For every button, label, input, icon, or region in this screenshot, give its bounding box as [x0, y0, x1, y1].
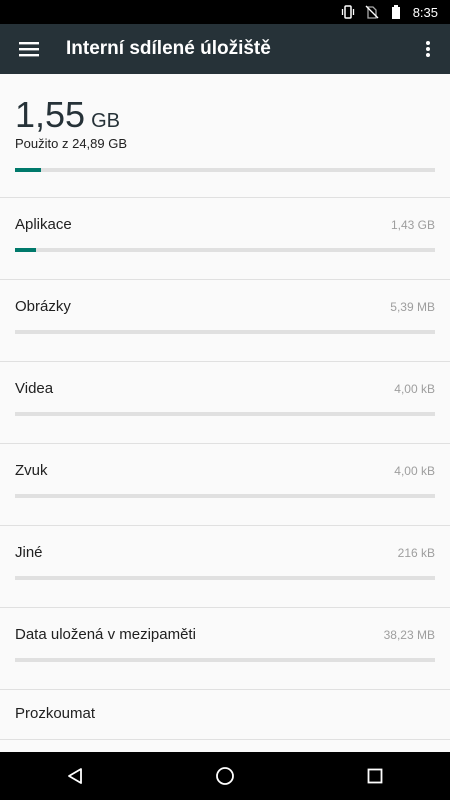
- category-label: Data uložená v mezipaměti: [15, 626, 196, 643]
- storage-category-row[interactable]: Data uložená v mezipaměti 38,23 MB: [0, 608, 450, 690]
- hamburger-menu-icon[interactable]: [0, 24, 58, 74]
- category-usage-bar: [15, 494, 435, 498]
- app-bar: Interní sdílené úložiště: [0, 24, 450, 74]
- category-usage-bar: [15, 248, 435, 252]
- category-size: 38,23 MB: [383, 628, 435, 642]
- category-usage-bar: [15, 658, 435, 662]
- category-usage-bar: [15, 330, 435, 334]
- category-usage-fill: [15, 248, 36, 252]
- category-usage-bar: [15, 412, 435, 416]
- explore-item[interactable]: Prozkoumat: [0, 688, 450, 740]
- total-usage-bar: [15, 168, 435, 172]
- total-usage-fill: [15, 168, 42, 172]
- more-vert-icon[interactable]: [406, 24, 450, 74]
- used-unit: GB: [91, 110, 120, 132]
- category-size: 4,00 kB: [394, 382, 435, 396]
- category-size: 4,00 kB: [394, 464, 435, 478]
- used-value: 1,55: [15, 94, 86, 135]
- category-label: Zvuk: [15, 462, 48, 479]
- category-size: 1,43 GB: [390, 218, 435, 232]
- no-sim-icon: [365, 5, 379, 19]
- explore-label: Prozkoumat: [15, 705, 96, 722]
- category-label: Aplikace: [15, 216, 72, 233]
- category-label: Obrázky: [15, 298, 71, 315]
- storage-category-row[interactable]: Obrázky 5,39 MB: [0, 280, 450, 362]
- storage-category-row[interactable]: Zvuk 4,00 kB: [0, 444, 450, 526]
- status-time: 8:35: [412, 4, 438, 20]
- vibrate-icon: [341, 5, 355, 19]
- used-storage: 1,55 GB: [15, 94, 120, 136]
- status-bar: 8:35: [0, 0, 450, 24]
- category-size: 216 kB: [397, 546, 435, 560]
- page-title: Interní sdílené úložiště: [66, 38, 271, 59]
- navigation-bar: [0, 752, 450, 800]
- home-icon[interactable]: [195, 752, 255, 800]
- battery-icon: [389, 5, 403, 19]
- category-label: Jiné: [15, 544, 43, 561]
- category-size: 5,39 MB: [390, 300, 435, 314]
- storage-category-row[interactable]: Videa 4,00 kB: [0, 362, 450, 444]
- storage-category-row[interactable]: Jiné 216 kB: [0, 526, 450, 608]
- used-subtitle: Použito z 24,89 GB: [15, 136, 128, 151]
- back-icon[interactable]: [45, 752, 105, 800]
- category-usage-bar: [15, 576, 435, 580]
- recents-icon[interactable]: [345, 752, 405, 800]
- category-label: Videa: [15, 380, 54, 397]
- storage-category-row[interactable]: Aplikace 1,43 GB: [0, 198, 450, 280]
- storage-summary: 1,55 GB Použito z 24,89 GB: [0, 74, 450, 198]
